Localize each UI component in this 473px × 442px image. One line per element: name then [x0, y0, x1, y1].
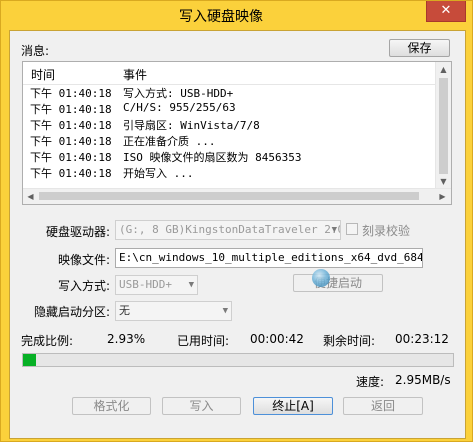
chevron-down-icon: ▼ — [222, 306, 228, 316]
log-event: 开始写入 ... — [123, 167, 194, 180]
write-progress-bar — [22, 353, 454, 367]
abort-button[interactable]: 终止[A] — [253, 397, 333, 415]
scroll-down-icon[interactable]: ▼ — [436, 174, 451, 189]
back-button[interactable]: 返回 — [343, 397, 423, 415]
progress-fill — [23, 354, 36, 366]
messages-label: 消息: — [21, 44, 50, 58]
log-event: ISO 映像文件的扇区数为 8456353 — [123, 151, 302, 164]
speed-label: 速度: — [356, 375, 385, 389]
format-button[interactable]: 格式化 — [72, 397, 151, 415]
write-disk-image-window: 写入硬盘映像 ✕ 消息: 保存 时间 事件 下午 01:40:18 写入方式: … — [0, 0, 473, 442]
percent-value: 2.93% — [107, 332, 146, 346]
close-button[interactable]: ✕ — [426, 1, 466, 22]
chevron-down-icon: ▼ — [331, 225, 337, 235]
log-row[interactable]: 下午 01:40:18 写入方式: USB-HDD+ — [23, 84, 437, 100]
remaining-value: 00:23:12 — [395, 332, 449, 346]
image-file-label: 映像文件: — [57, 253, 110, 267]
log-header: 时间 事件 — [23, 62, 437, 85]
title-bar[interactable]: 写入硬盘映像 ✕ — [1, 1, 472, 29]
log-row[interactable]: 下午 01:40:18 正在准备介质 ... — [23, 132, 437, 148]
log-row[interactable]: 下午 01:40:18 引导扇区: WinVista/7/8 — [23, 116, 437, 132]
speed-value: 2.95MB/s — [395, 373, 451, 387]
scroll-up-icon[interactable]: ▲ — [436, 62, 451, 77]
log-time: 下午 01:40:18 — [30, 103, 112, 116]
scroll-left-icon[interactable]: ◀ — [23, 189, 38, 204]
dialog-body: 消息: 保存 时间 事件 下午 01:40:18 写入方式: USB-HDD+ … — [9, 30, 466, 439]
hidden-partition-select[interactable]: 无 ▼ — [115, 301, 232, 321]
log-time: 下午 01:40:18 — [30, 167, 112, 180]
log-time: 下午 01:40:18 — [30, 87, 112, 100]
drive-label: 硬盘驱动器: — [45, 225, 110, 239]
log-time: 下午 01:40:18 — [30, 135, 112, 148]
write-mode-value: USB-HDD+ — [119, 278, 172, 291]
log-horizontal-scrollbar[interactable]: ◀ ▶ — [23, 188, 451, 204]
drive-value: (G:, 8 GB)KingstonDataTraveler 2.0 — [119, 223, 341, 236]
log-time: 下午 01:40:18 — [30, 119, 112, 132]
write-button[interactable]: 写入 — [162, 397, 241, 415]
verify-label: 刻录校验 — [362, 224, 411, 238]
drive-select[interactable]: (G:, 8 GB)KingstonDataTraveler 2.0 ▼ — [115, 220, 341, 240]
elapsed-label: 已用时间: — [177, 334, 230, 348]
percent-label: 完成比例: — [21, 334, 74, 348]
column-header-event[interactable]: 事件 — [123, 66, 147, 83]
log-time: 下午 01:40:18 — [30, 151, 112, 164]
log-event: C/H/S: 955/255/63 — [123, 101, 236, 114]
image-file-field[interactable]: E:\cn_windows_10_multiple_editions_x64_d… — [115, 248, 423, 268]
column-header-time[interactable]: 时间 — [31, 66, 55, 83]
quick-boot-button[interactable]: 便捷启动 — [293, 274, 383, 292]
log-event: 正在准备介质 ... — [123, 135, 216, 148]
write-mode-label: 写入方式: — [57, 279, 110, 293]
log-vertical-scrollbar[interactable]: ▲ ▼ — [435, 62, 451, 189]
hidden-partition-label: 隐藏启动分区: — [33, 305, 110, 319]
chevron-down-icon: ▼ — [188, 280, 194, 290]
elapsed-value: 00:00:42 — [250, 332, 304, 346]
log-event: 写入方式: USB-HDD+ — [123, 87, 234, 100]
close-icon: ✕ — [440, 3, 452, 18]
scroll-right-icon[interactable]: ▶ — [435, 189, 450, 204]
log-event: 引导扇区: WinVista/7/8 — [123, 119, 260, 132]
hidden-partition-value: 无 — [119, 304, 130, 317]
horizontal-scroll-thumb[interactable] — [39, 192, 419, 200]
vertical-scroll-thumb[interactable] — [439, 78, 448, 174]
log-row[interactable]: 下午 01:40:18 开始写入 ... — [23, 164, 437, 180]
message-log[interactable]: 时间 事件 下午 01:40:18 写入方式: USB-HDD+ 下午 01:4… — [22, 61, 452, 205]
window-title: 写入硬盘映像 — [179, 9, 263, 25]
remaining-label: 剩余时间: — [323, 334, 376, 348]
busy-cursor-icon — [312, 269, 330, 287]
write-mode-select[interactable]: USB-HDD+ ▼ — [115, 275, 198, 295]
log-row[interactable]: 下午 01:40:18 ISO 映像文件的扇区数为 8456353 — [23, 148, 437, 164]
save-button[interactable]: 保存 — [389, 39, 450, 57]
verify-checkbox[interactable] — [346, 223, 358, 235]
log-row[interactable]: 下午 01:40:18 C/H/S: 955/255/63 — [23, 100, 437, 116]
